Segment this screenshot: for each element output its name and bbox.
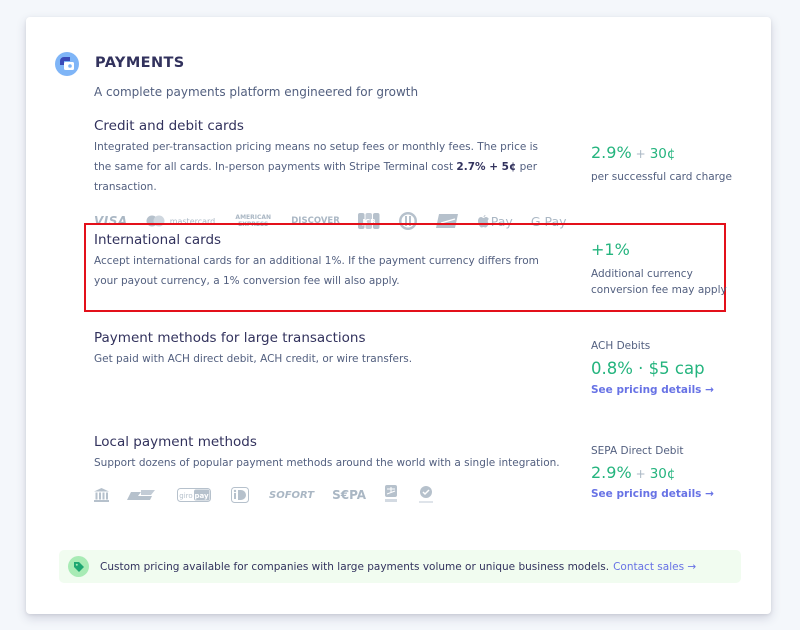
price-plus: +: [635, 147, 646, 161]
payments-icon: [55, 52, 79, 76]
large-transactions-pricing: ACH Debits 0.8% · $5 cap See pricing det…: [591, 340, 741, 397]
alipay-logo: [384, 485, 398, 505]
sepa-pricing-details-link[interactable]: See pricing details →: [591, 488, 714, 500]
card-price-note: per successful card charge: [591, 171, 732, 183]
giropay-logo: giro pay: [177, 488, 211, 502]
custom-pricing-banner: Custom pricing available for companies w…: [59, 550, 741, 583]
large-transactions-description: Get paid with ACH direct debit, ACH cred…: [94, 353, 413, 365]
sepa-logo: S€PA: [332, 488, 367, 502]
price-cents: 30¢: [649, 146, 676, 162]
section-title: PAYMENTS: [95, 55, 185, 71]
international-description: Accept international cards for an additi…: [94, 255, 539, 287]
contact-sales-link[interactable]: Contact sales →: [613, 561, 696, 573]
large-transactions-section: Payment methods for large transactions G…: [94, 330, 734, 396]
ideal-logo: [231, 487, 249, 503]
international-section: International cards Accept international…: [94, 232, 734, 296]
sofort-logo: SOFORT: [269, 489, 315, 501]
credit-debit-section: Credit and debit cards Integrated per-tr…: [94, 118, 734, 231]
bank-icon: [94, 488, 109, 502]
local-payments-section: Local payment methods Support dozens of …: [94, 434, 734, 505]
custom-pricing-text: Custom pricing available for companies w…: [100, 560, 610, 573]
credit-debit-title: Credit and debit cards: [94, 118, 244, 134]
international-pricing: +1% Additional currency conversion fee m…: [591, 240, 741, 298]
card-price: 2.9% +30¢: [591, 143, 741, 162]
international-note: Additional currency conversion fee may a…: [591, 268, 727, 296]
price-percent: 2.9%: [591, 143, 632, 162]
price-cents: 30¢: [649, 466, 676, 482]
ach-price: 0.8% · $5 cap: [591, 359, 705, 378]
price-tag-icon: [68, 556, 89, 577]
wechat-pay-logo: [416, 485, 436, 505]
credit-debit-description: Integrated per-transaction pricing means…: [94, 137, 549, 197]
local-payments-description: Support dozens of popular payment method…: [94, 457, 560, 469]
international-price: +1%: [591, 240, 630, 259]
svg-text:pay: pay: [194, 492, 209, 500]
bancontact-logo: [127, 490, 155, 500]
sepa-label: SEPA Direct Debit: [591, 445, 684, 457]
credit-debit-pricing: 2.9% +30¢ per successful card charge: [591, 143, 741, 185]
ach-pricing-details-link[interactable]: See pricing details →: [591, 384, 714, 396]
price-plus: +: [635, 467, 646, 481]
terminal-price: 2.7% + 5¢: [456, 161, 517, 173]
ach-debits-label: ACH Debits: [591, 340, 651, 352]
svg-text:giro: giro: [179, 492, 192, 500]
sepa-price: 2.9% +30¢: [591, 463, 741, 482]
section-subtitle: A complete payments platform engineered …: [94, 85, 419, 99]
price-percent: 2.9%: [591, 463, 632, 482]
payments-card: PAYMENTS A complete payments platform en…: [26, 17, 771, 614]
local-payments-pricing: SEPA Direct Debit 2.9% +30¢ See pricing d…: [591, 445, 741, 501]
